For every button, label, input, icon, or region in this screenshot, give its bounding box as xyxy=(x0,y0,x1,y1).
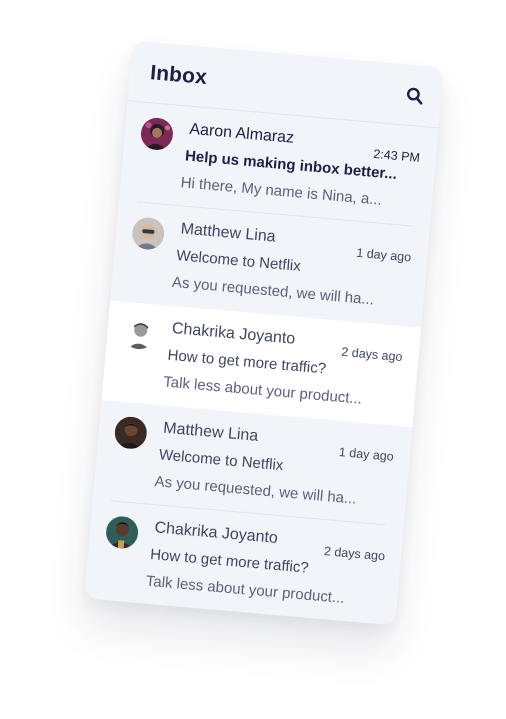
message-subject: Welcome to Netflix xyxy=(158,446,285,475)
message-subject: Welcome to Netflix xyxy=(175,247,302,275)
message-sender: Matthew Lina xyxy=(180,220,277,246)
message-time: 1 day ago xyxy=(355,245,412,265)
inbox-title: Inbox xyxy=(149,61,209,90)
search-button[interactable] xyxy=(404,85,426,107)
avatar xyxy=(122,315,157,351)
message-time: 2 days ago xyxy=(340,344,404,365)
message-list: Aaron Almaraz 2:43 PM Help us making inb… xyxy=(84,101,444,625)
message-preview: As you requested, we will ha... xyxy=(153,473,358,508)
inbox-card: Inbox Aaron Almaraz 2:43 PM Help us maki… xyxy=(84,40,444,626)
message-preview: Talk less about your product... xyxy=(145,572,346,607)
message-time: 2:43 PM xyxy=(372,146,421,165)
message-sender: Chakrika Joyanto xyxy=(171,320,296,348)
message-preview: As you requested, we will ha... xyxy=(171,273,375,309)
message-subject: How to get more traffic? xyxy=(166,346,327,378)
message-sender: Chakrika Joyanto xyxy=(153,519,279,547)
message-time: 2 days ago xyxy=(323,544,386,564)
message-sender: Matthew Lina xyxy=(162,419,259,445)
message-sender: Aaron Almaraz xyxy=(188,120,295,147)
avatar xyxy=(104,515,140,550)
message-subject: How to get more traffic? xyxy=(149,545,310,577)
avatar xyxy=(139,116,175,152)
message-preview: Talk less about your product... xyxy=(162,373,363,408)
message-time: 1 day ago xyxy=(338,445,395,464)
avatar xyxy=(113,415,149,451)
avatar xyxy=(130,216,166,251)
search-icon xyxy=(406,87,423,105)
